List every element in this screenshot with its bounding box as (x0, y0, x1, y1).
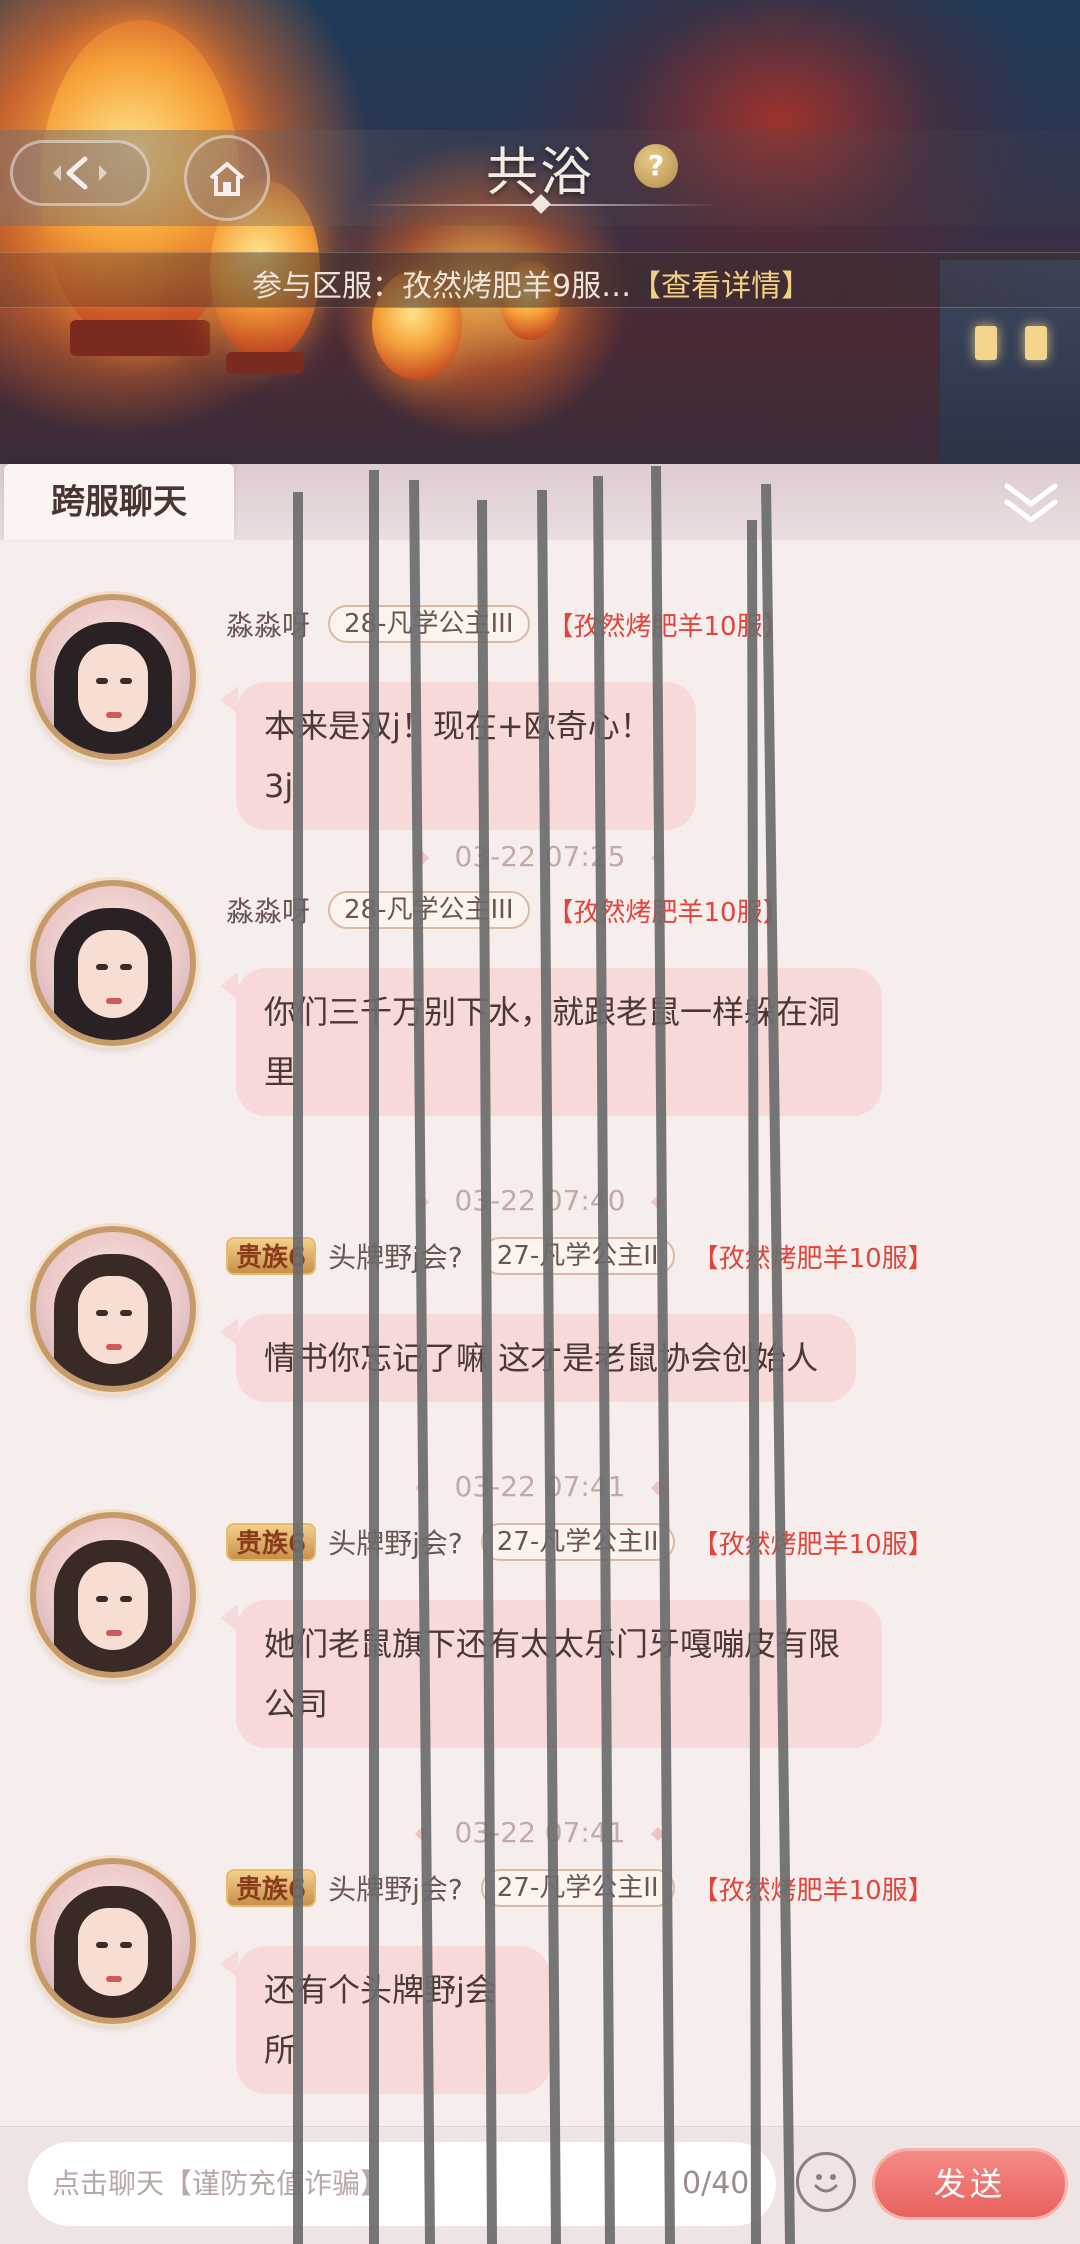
noble-badge: 贵族6 (226, 1237, 317, 1275)
home-button[interactable] (184, 135, 270, 221)
server-info-text: 参与区服：孜然烤肥羊9服…【查看详情】 (252, 261, 811, 305)
message-header: 贵族6 头牌野j会? 27-凡学公主II 【孜然烤肥羊10服】 (226, 1234, 934, 1278)
view-details-link[interactable]: 【查看详情】 (631, 269, 811, 304)
message-bubble: 还有个头牌野j会所 (236, 1946, 550, 2094)
avatar[interactable] (30, 1226, 196, 1392)
lantern-decoration (226, 352, 304, 374)
rank-badge: 27-凡学公主II (480, 1869, 675, 1907)
tab-cross-server-chat[interactable]: 跨服聊天 (4, 464, 234, 540)
send-button[interactable]: 发送 (872, 2148, 1068, 2220)
smiley-icon (814, 2174, 838, 2193)
avatar[interactable] (30, 1512, 196, 1678)
message-header: 淼淼呀 28-凡学公主III 【孜然烤肥羊10服】 (226, 602, 789, 646)
chat-input[interactable]: 点击聊天【谨防充值诈骗】 (28, 2142, 776, 2226)
message-bubble: 情书你忘记了嘛 这才是老鼠协会创始人 (236, 1314, 856, 1402)
rank-badge: 28-凡学公主III (328, 605, 530, 643)
header-banner (0, 0, 1080, 470)
page-title: 共浴 (485, 143, 594, 203)
message-timestamp: 03-22 07:25 (0, 840, 1080, 873)
server-tag: 【孜然烤肥羊10服】 (692, 1529, 934, 1560)
avatar[interactable] (30, 1858, 196, 2024)
user-name[interactable]: 淼淼呀 (226, 890, 310, 930)
lantern-decoration (70, 320, 210, 356)
message-bubble: 本来是双j！现在+欧奇心！3j (236, 682, 696, 830)
avatar[interactable] (30, 594, 196, 760)
house-window (975, 326, 997, 360)
server-tag: 【孜然烤肥羊10服】 (692, 1243, 934, 1274)
message-header: 淼淼呀 28-凡学公主III 【孜然烤肥羊10服】 (226, 888, 789, 932)
message-bubble: 你们三千万别下水，就跟老鼠一样躲在洞里 (236, 968, 882, 1116)
message-timestamp: 03-22 07:41 (0, 1470, 1080, 1503)
user-name[interactable]: 头牌野j会? (328, 1868, 463, 1908)
message-timestamp: 03-22 07:41 (0, 1816, 1080, 1849)
message-header: 贵族6 头牌野j会? 27-凡学公主II 【孜然烤肥羊10服】 (226, 1520, 934, 1564)
server-tag: 【孜然烤肥羊10服】 (692, 1875, 934, 1906)
user-name[interactable]: 淼淼呀 (226, 604, 310, 644)
double-chevron-down-icon (1004, 483, 1058, 523)
server-list-label: 参与区服：孜然烤肥羊9服… (252, 269, 632, 304)
back-arrow-icon (53, 156, 107, 190)
noble-badge: 贵族6 (226, 1523, 317, 1561)
user-name[interactable]: 头牌野j会? (328, 1236, 463, 1276)
collapse-button[interactable] (1000, 478, 1062, 528)
house-window (1025, 326, 1047, 360)
home-icon (209, 162, 245, 196)
user-name[interactable]: 头牌野j会? (328, 1522, 463, 1562)
char-count: 0/40 (682, 2166, 750, 2201)
avatar[interactable] (30, 880, 196, 1046)
rank-badge: 27-凡学公主II (480, 1237, 675, 1275)
rank-badge: 27-凡学公主II (480, 1523, 675, 1561)
message-header: 贵族6 头牌野j会? 27-凡学公主II 【孜然烤肥羊10服】 (226, 1866, 934, 1910)
noble-badge: 贵族6 (226, 1869, 317, 1907)
message-bubble: 她们老鼠旗下还有太太乐门牙嘎嘣皮有限公司 (236, 1600, 882, 1748)
back-button[interactable] (10, 140, 150, 206)
server-tag: 【孜然烤肥羊10服】 (547, 611, 789, 642)
rank-badge: 28-凡学公主III (328, 891, 530, 929)
help-button[interactable]: ? (634, 144, 678, 188)
emoji-button[interactable] (796, 2152, 856, 2212)
server-tag: 【孜然烤肥羊10服】 (547, 897, 789, 928)
message-timestamp: 03-22 07:40 (0, 1184, 1080, 1217)
